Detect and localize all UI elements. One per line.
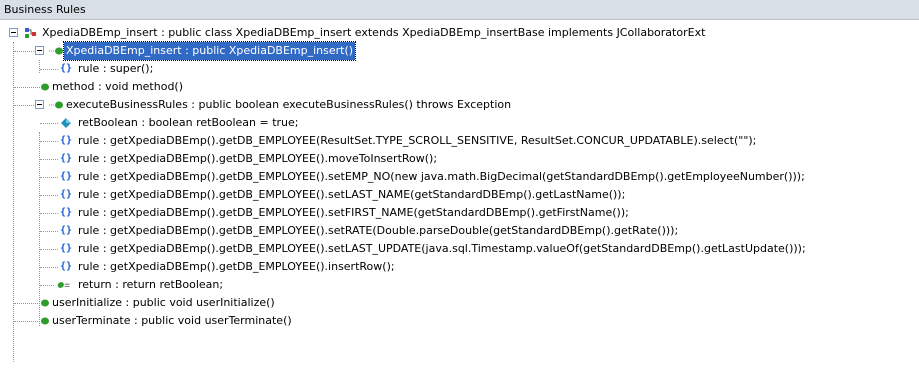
rule-icon: {} — [60, 63, 73, 74]
method-icon — [41, 299, 49, 307]
rule-icon: {} — [60, 189, 73, 200]
tree-node-method[interactable]: method : void method() — [0, 78, 919, 96]
tree-node-label: XpediaDBEmp_insert : public class Xpedia… — [42, 26, 706, 39]
tree-line — [40, 177, 58, 178]
rule-icon: {} — [60, 261, 73, 272]
tree-node-label: rule : getXpediaDBEmp().getDB_EMPLOYEE()… — [78, 242, 806, 255]
tree-node-rule[interactable]: {} rule : getXpediaDBEmp().getDB_EMPLOYE… — [0, 222, 919, 240]
tree-node-label: rule : getXpediaDBEmp().getDB_EMPLOYEE()… — [78, 188, 626, 201]
tree-line — [40, 123, 58, 124]
tree-node-rule[interactable]: {} rule : getXpediaDBEmp().getDB_EMPLOYE… — [0, 186, 919, 204]
tree-node-rule[interactable]: {} rule : getXpediaDBEmp().getDB_EMPLOYE… — [0, 132, 919, 150]
tree-node-return[interactable]: return : return retBoolean; — [0, 276, 919, 294]
tree-node-label: rule : getXpediaDBEmp().getDB_EMPLOYEE()… — [78, 224, 679, 237]
collapse-toggle-icon[interactable] — [35, 46, 44, 55]
tree-node-label: userInitialize : public void userInitial… — [52, 296, 275, 309]
tree-line — [40, 231, 58, 232]
tree-line — [40, 267, 58, 268]
tree-node-rule[interactable]: {} rule : getXpediaDBEmp().getDB_EMPLOYE… — [0, 258, 919, 276]
tree-node-label: rule : super(); — [78, 62, 154, 75]
rule-icon: {} — [60, 135, 73, 146]
tree-node-user-initialize[interactable]: userInitialize : public void userInitial… — [0, 294, 919, 312]
tree-node-label: userTerminate : public void userTerminat… — [52, 314, 292, 327]
tree-node-label: rule : getXpediaDBEmp().getDB_EMPLOYEE()… — [78, 152, 438, 165]
tree-node-label: rule : getXpediaDBEmp().getDB_EMPLOYEE()… — [78, 260, 395, 273]
tree-node-variable[interactable]: retBoolean : boolean retBoolean = true; — [0, 114, 919, 132]
tree-line — [40, 159, 58, 160]
tree-node-rule[interactable]: {} rule : getXpediaDBEmp().getDB_EMPLOYE… — [0, 240, 919, 258]
tree-node-execute-business-rules[interactable]: executeBusinessRules : public boolean ex… — [0, 96, 919, 114]
tree-root-class[interactable]: XpediaDBEmp_insert : public class Xpedia… — [0, 24, 919, 42]
panel-title: Business Rules — [4, 3, 86, 16]
rule-icon: {} — [60, 171, 73, 182]
rule-icon: {} — [60, 243, 73, 254]
rule-icon: {} — [60, 153, 73, 164]
tree-node-label: retBoolean : boolean retBoolean = true; — [78, 116, 299, 129]
tree-node-rule[interactable]: {} rule : getXpediaDBEmp().getDB_EMPLOYE… — [0, 204, 919, 222]
tree-node-label: return : return retBoolean; — [78, 278, 224, 291]
tree-line — [40, 141, 58, 142]
tree-node-rule[interactable]: {} rule : getXpediaDBEmp().getDB_EMPLOYE… — [0, 150, 919, 168]
tree-line — [40, 285, 54, 286]
tree-node-rule[interactable]: {} rule : getXpediaDBEmp().getDB_EMPLOYE… — [0, 168, 919, 186]
tree-node-label: rule : getXpediaDBEmp().getDB_EMPLOYEE()… — [78, 206, 629, 219]
method-icon — [49, 101, 63, 109]
tree-node-label: method : void method() — [52, 80, 184, 93]
tree-node-label: rule : getXpediaDBEmp().getDB_EMPLOYEE(R… — [78, 134, 757, 147]
tree-line — [14, 51, 34, 52]
variable-icon — [61, 118, 71, 128]
tree-node-rule[interactable]: {} rule : super(); — [0, 60, 919, 78]
tree-line — [40, 195, 58, 196]
tree-node-label: XpediaDBEmp_insert : public XpediaDBEmp_… — [62, 41, 357, 61]
method-icon — [49, 47, 63, 55]
method-icon — [41, 317, 49, 325]
collapse-toggle-icon[interactable] — [35, 100, 44, 109]
tree-line — [40, 213, 58, 214]
business-rules-header: Business Rules — [0, 0, 919, 20]
tree-node-user-terminate[interactable]: userTerminate : public void userTerminat… — [0, 312, 919, 330]
tree-node-label: rule : getXpediaDBEmp().getDB_EMPLOYEE()… — [78, 170, 805, 183]
method-icon — [41, 83, 49, 91]
collapse-toggle-icon[interactable] — [9, 28, 18, 37]
tree-node-label: executeBusinessRules : public boolean ex… — [66, 98, 512, 111]
tree-line — [14, 105, 34, 106]
tree-line — [40, 249, 58, 250]
rule-icon: {} — [60, 207, 73, 218]
class-icon — [25, 28, 36, 38]
tree-node-constructor[interactable]: XpediaDBEmp_insert : public XpediaDBEmp_… — [0, 41, 919, 61]
return-icon — [57, 282, 70, 288]
rule-icon: {} — [60, 225, 73, 236]
tree-line — [40, 69, 58, 70]
